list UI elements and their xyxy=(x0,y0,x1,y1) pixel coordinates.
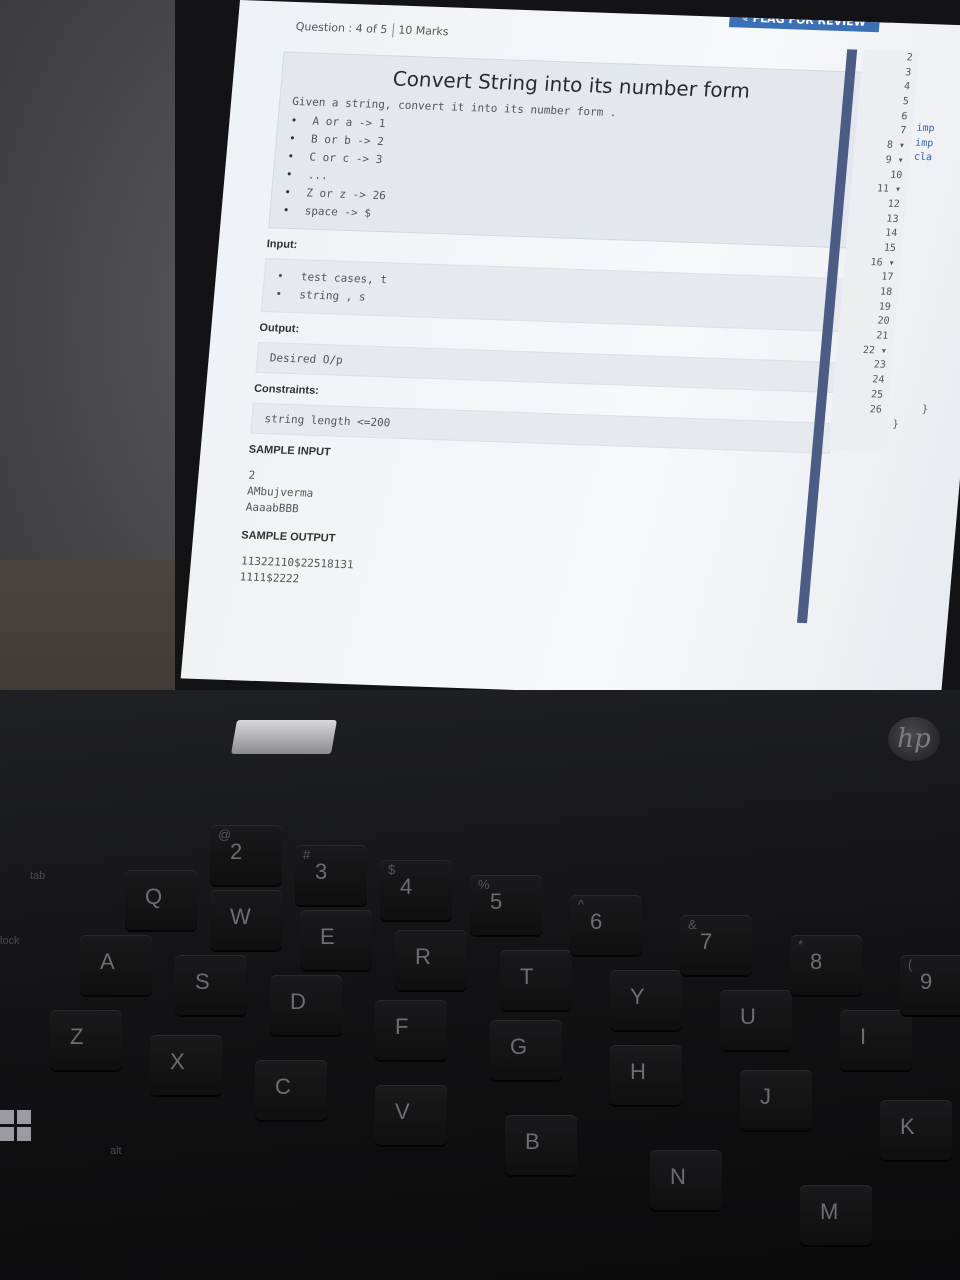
problem-statement: Convert String into its number form Give… xyxy=(268,51,864,249)
key-z[interactable]: Z xyxy=(50,1010,122,1070)
key-symbol: % xyxy=(478,877,490,892)
key-w[interactable]: W xyxy=(210,890,282,950)
key-label: U xyxy=(740,1004,756,1029)
key-label: C xyxy=(275,1074,291,1099)
key-label: 7 xyxy=(700,929,713,954)
key-label: S xyxy=(195,969,210,994)
key-label: H xyxy=(630,1059,646,1084)
key-6[interactable]: ^ 6 xyxy=(570,895,642,955)
code-line: cla xyxy=(913,152,933,164)
key-7[interactable]: & 7 xyxy=(680,915,752,975)
hinge-light xyxy=(231,720,337,754)
key-j[interactable]: J xyxy=(740,1070,812,1130)
windows-icon-pane xyxy=(0,1110,14,1124)
key-3[interactable]: #3 xyxy=(295,845,367,905)
key-symbol: # xyxy=(303,847,311,862)
key-8[interactable]: * 8 xyxy=(790,935,862,995)
key-label: G xyxy=(510,1034,528,1059)
key-2[interactable]: @2 xyxy=(210,825,282,885)
key-label: 9 xyxy=(920,969,933,994)
problem-panel: Convert String into its number form Give… xyxy=(237,51,864,610)
key-q[interactable]: Q xyxy=(125,870,197,930)
key-t[interactable]: T xyxy=(500,950,572,1010)
key-symbol: ^ xyxy=(578,897,585,912)
input-box: test cases, t string , s xyxy=(260,258,846,333)
key-label: F xyxy=(395,1014,409,1039)
key-label: 8 xyxy=(810,949,823,974)
key-5[interactable]: % 5 xyxy=(470,875,542,935)
key-symbol: & xyxy=(688,917,697,932)
key-label: I xyxy=(860,1024,867,1049)
key-d[interactable]: D xyxy=(270,975,342,1035)
question-counter: Question : 4 of 5 xyxy=(295,19,388,37)
key-symbol: ( xyxy=(908,957,913,972)
key-label: W xyxy=(230,904,251,929)
hp-logo: hp xyxy=(888,717,940,761)
key-label: X xyxy=(170,1049,185,1074)
key-label: B xyxy=(525,1129,540,1154)
key-e[interactable]: E xyxy=(300,910,372,970)
key-label: A xyxy=(100,949,115,974)
key-n[interactable]: N xyxy=(650,1150,722,1210)
rules-list: A or a -> 1 B or b -> 2 C or c -> 3 ... … xyxy=(282,112,845,239)
key-symbol: * xyxy=(798,937,804,952)
key-m[interactable]: M xyxy=(800,1185,872,1245)
key-f[interactable]: F xyxy=(375,1000,447,1060)
key-label: K xyxy=(900,1114,915,1139)
code-area[interactable]: imp imp cla xyxy=(913,122,935,167)
key-symbol: $ xyxy=(388,862,396,877)
windows-icon-pane xyxy=(17,1110,31,1124)
key-label: T xyxy=(520,964,534,989)
key-alt[interactable]: alt xyxy=(110,1145,122,1157)
key-label: R xyxy=(415,944,431,969)
question-marks: 10 Marks xyxy=(397,23,450,39)
windows-icon xyxy=(0,1110,34,1144)
laptop-screen: Question : 4 of 5 10 Marks ✎ FLAG FOR REV… xyxy=(180,0,960,705)
key-label: Y xyxy=(630,984,645,1009)
constraints-text: string length <=200 xyxy=(263,412,391,430)
key-lock[interactable]: lock xyxy=(0,935,20,947)
key-label: N xyxy=(670,1164,686,1189)
sample-input-box: 2 AMbujverma AaaabBBB xyxy=(243,464,828,540)
key-label: D xyxy=(290,989,306,1014)
output-text: Desired O/p xyxy=(269,351,344,367)
separator xyxy=(391,23,394,38)
key-u[interactable]: U xyxy=(720,990,792,1050)
key-label: M xyxy=(820,1199,839,1224)
key-label: E xyxy=(320,924,335,949)
closing-brace: } xyxy=(921,404,929,416)
key-label: 3 xyxy=(315,859,328,884)
key-h[interactable]: H xyxy=(610,1045,682,1105)
key-b[interactable]: B xyxy=(505,1115,577,1175)
key-c[interactable]: C xyxy=(255,1060,327,1120)
key-g[interactable]: G xyxy=(490,1020,562,1080)
key-label: 5 xyxy=(490,889,503,914)
key-label: Q xyxy=(145,884,163,909)
key-9[interactable]: (9 xyxy=(900,955,960,1015)
key-s[interactable]: S xyxy=(175,955,247,1015)
key-k[interactable]: K xyxy=(880,1100,952,1160)
question-info: Question : 4 of 5 10 Marks xyxy=(295,20,449,39)
key-i[interactable]: I xyxy=(840,1010,912,1070)
key-a[interactable]: A xyxy=(80,935,152,995)
key-label: J xyxy=(760,1084,771,1109)
key-4[interactable]: $4 xyxy=(380,860,452,920)
key-label: 4 xyxy=(400,874,413,899)
windows-icon-pane xyxy=(0,1127,14,1141)
key-x[interactable]: X xyxy=(150,1035,222,1095)
key-tab[interactable]: tab xyxy=(30,870,45,882)
key-label: 2 xyxy=(230,839,243,864)
code-line: imp xyxy=(914,137,934,149)
closing-brace: } xyxy=(892,419,900,431)
key-y[interactable]: Y xyxy=(610,970,682,1030)
line-number: 26 xyxy=(869,403,883,416)
key-label: V xyxy=(395,1099,410,1124)
key-r[interactable]: R xyxy=(395,930,467,990)
key-label: Z xyxy=(70,1024,84,1049)
key-v[interactable]: V xyxy=(375,1085,447,1145)
key-label: 6 xyxy=(590,909,603,934)
code-line: imp xyxy=(915,122,935,135)
windows-icon-pane xyxy=(17,1127,31,1141)
